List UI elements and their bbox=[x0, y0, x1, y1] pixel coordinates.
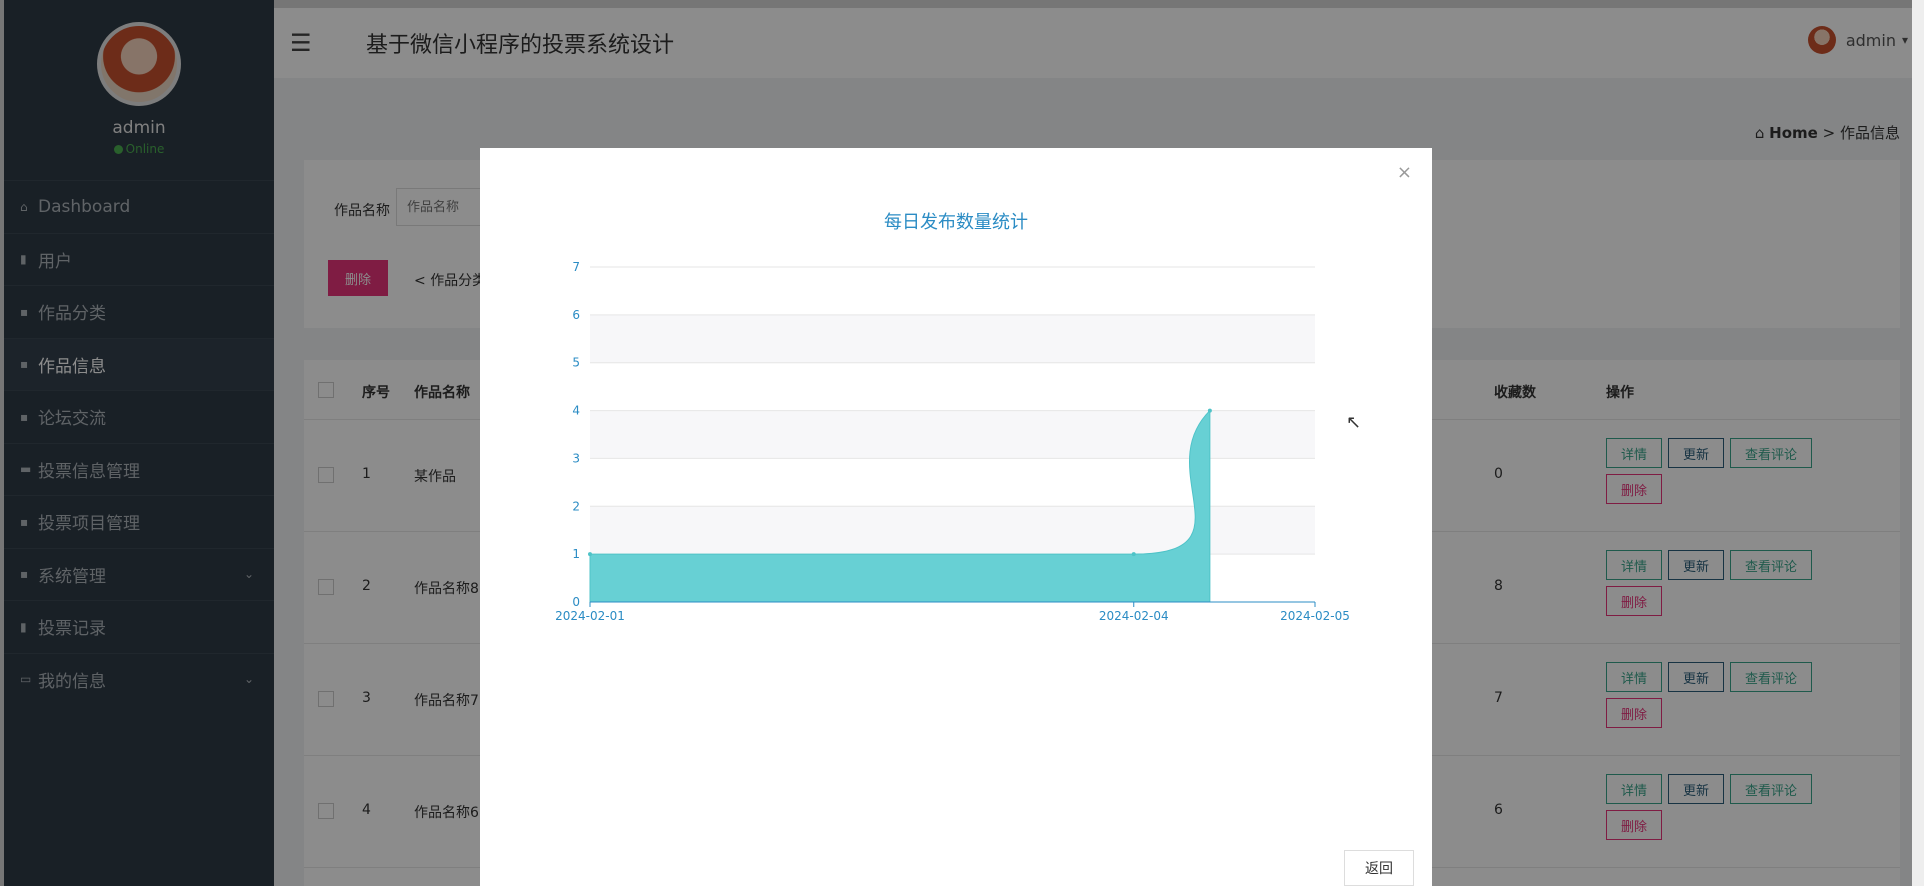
back-button[interactable]: 返回 bbox=[1344, 850, 1414, 886]
y-tick-label: 4 bbox=[572, 404, 580, 418]
x-tick-label: 2024-02-05 bbox=[1280, 609, 1350, 623]
page-scrollbar[interactable] bbox=[1912, 0, 1924, 886]
data-point bbox=[1131, 552, 1136, 557]
y-tick-label: 6 bbox=[572, 308, 580, 322]
x-tick-label: 2024-02-04 bbox=[1099, 609, 1169, 623]
data-point bbox=[1207, 408, 1212, 413]
mouse-cursor-icon: ↖ bbox=[1346, 412, 1362, 433]
y-tick-label: 7 bbox=[572, 260, 580, 274]
y-tick-label: 1 bbox=[572, 547, 580, 561]
area-chart: 0 1 2 3 4 5 6 7 2024-02-01 2024-02-04 2024-02-05 bbox=[555, 260, 1350, 623]
x-tick-label: 2024-02-01 bbox=[555, 609, 625, 623]
chart-modal: × 每日发布数量统计 0 1 2 3 4 5 6 7 2024-02-01 2024-02-04 2… bbox=[480, 148, 1432, 886]
y-tick-label: 2 bbox=[572, 499, 580, 513]
grid-band bbox=[590, 314, 1315, 363]
y-tick-label: 5 bbox=[572, 356, 580, 370]
app-root: admin Online ⌂ Dashboard ▮ 用户 ▪ 作品分类 ▪ 作品信息 ▪ 论坛交… bbox=[0, 0, 1924, 886]
data-point bbox=[588, 552, 592, 557]
y-tick-label: 3 bbox=[572, 451, 580, 465]
y-tick-label: 0 bbox=[572, 595, 580, 609]
